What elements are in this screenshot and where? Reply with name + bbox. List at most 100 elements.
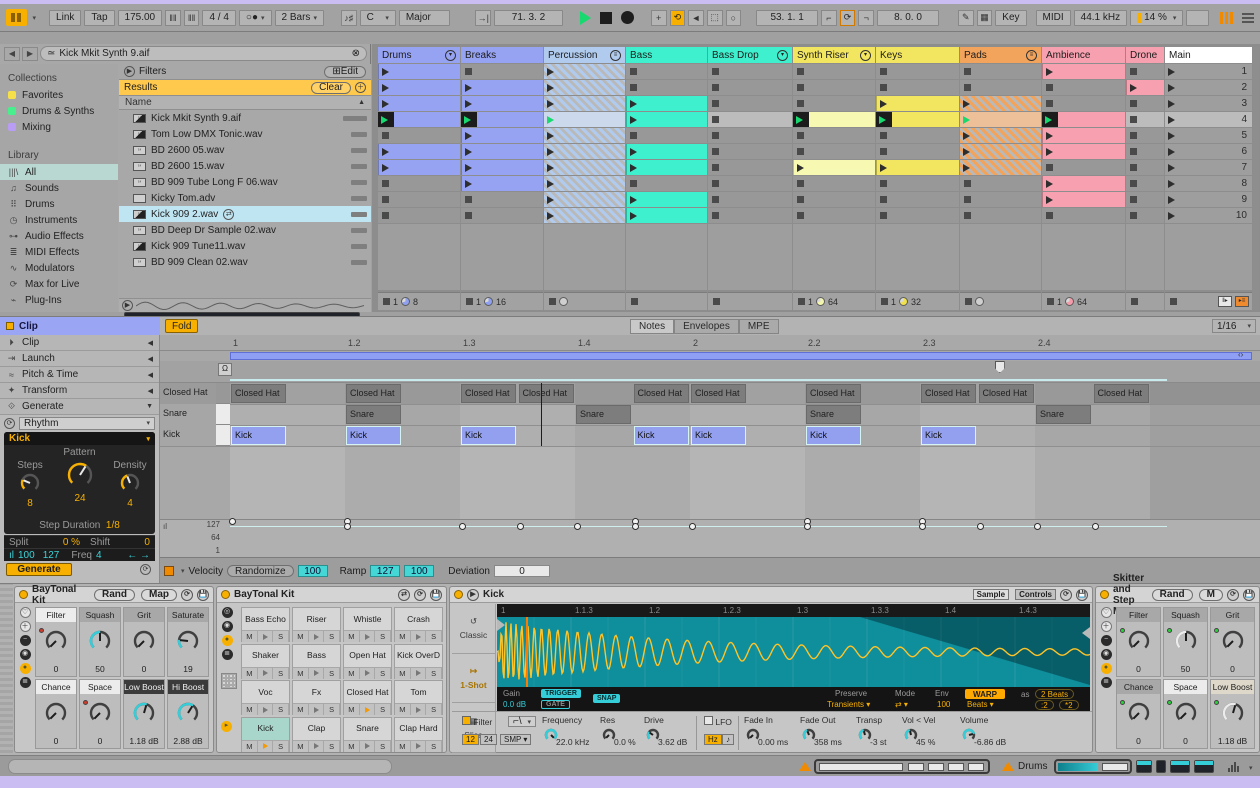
file-row[interactable]: ›› BD Deep Dr Sample 02.wav	[119, 222, 371, 238]
clip-play-icon[interactable]	[465, 131, 472, 140]
midi-note[interactable]: Snare	[1036, 405, 1091, 424]
clip-slot[interactable]	[1042, 192, 1125, 207]
clip-play-icon[interactable]	[1046, 131, 1053, 140]
pad-solo-button[interactable]: S	[375, 704, 392, 715]
track-stop-button[interactable]	[1131, 298, 1138, 305]
velocity-marker[interactable]	[516, 522, 524, 530]
pad-mute-button[interactable]: M	[242, 740, 258, 752]
velocity-marker[interactable]	[631, 522, 639, 530]
browser-search-input[interactable]: ≃ Kick Mkit Synth 9.aif ⊗	[40, 46, 367, 61]
clip-slot[interactable]	[876, 144, 959, 159]
clip-play-icon[interactable]	[547, 83, 554, 92]
quantize-menu[interactable]: 2 Bars ▾	[274, 9, 324, 26]
preserve-value[interactable]: Transients ▾	[827, 700, 870, 709]
scene-play-icon[interactable]	[1168, 195, 1175, 204]
clip-slot[interactable]	[1126, 160, 1164, 175]
gain-value[interactable]: 0.0 dB	[503, 700, 526, 709]
filter-type-menu[interactable]: ⌐\ ▾	[508, 716, 536, 727]
meter-menu-caret-icon[interactable]: ▾	[1249, 764, 1253, 772]
side-icon-1[interactable]: ＋	[1100, 621, 1112, 632]
edit-filters-button[interactable]: ⊞ Edit	[324, 65, 366, 78]
double-tempo-button[interactable]: *2	[1059, 700, 1079, 710]
trigger-button[interactable]: TRIGGER	[541, 689, 581, 698]
track-header-main[interactable]: Main	[1165, 47, 1252, 63]
scene-play-icon[interactable]	[1168, 131, 1175, 140]
playing-clip-icon[interactable]	[963, 115, 970, 124]
group-icon[interactable]: ≡	[1026, 49, 1037, 61]
drum-pad-clap-hard[interactable]: Clap Hard M S	[394, 716, 443, 752]
clip-stop-button[interactable]	[797, 68, 804, 75]
clip-stop-button[interactable]	[382, 212, 389, 219]
pad-solo-button[interactable]: S	[426, 704, 443, 715]
midi-note[interactable]: Kick	[231, 426, 286, 445]
pad-play-button[interactable]	[308, 667, 325, 679]
track-stop-button[interactable]	[713, 298, 720, 305]
follow-button[interactable]: →|	[475, 9, 492, 26]
clip-slot[interactable]	[1126, 80, 1164, 95]
clip-play-icon[interactable]	[547, 163, 554, 172]
clip-play-icon[interactable]	[547, 99, 554, 108]
generator-knob-steps[interactable]: Steps 8	[8, 460, 52, 516]
randomize-button[interactable]: Randomize	[226, 565, 294, 577]
draw-mode-icon[interactable]: ✎	[957, 9, 974, 26]
sidebar-item-all[interactable]: |||\ All	[0, 164, 118, 180]
macro-saturate[interactable]: Saturate 19	[167, 607, 209, 677]
pad-solo-button[interactable]: S	[375, 667, 392, 679]
sample-waveform[interactable]	[496, 617, 1091, 687]
clip-slot[interactable]	[626, 160, 707, 175]
side-icon-0[interactable]: ♡	[1100, 607, 1112, 618]
clip-stop-button[interactable]	[880, 148, 887, 155]
clip-slot[interactable]	[960, 80, 1041, 95]
clip-slot[interactable]	[544, 160, 625, 175]
clip-play-icon[interactable]	[1046, 195, 1053, 204]
scene-play-icon[interactable]	[1168, 83, 1175, 92]
ramp-from-field[interactable]: 127	[370, 565, 401, 577]
clip-play-icon[interactable]	[382, 67, 389, 76]
pad-mute-button[interactable]: M	[293, 740, 309, 752]
clip-slot[interactable]	[708, 144, 792, 159]
device-screen-4[interactable]	[1194, 760, 1214, 773]
clip-stop-button[interactable]	[880, 84, 887, 91]
track-stop-button[interactable]	[631, 298, 638, 305]
track-header-keys[interactable]: Keys	[876, 47, 959, 63]
file-row[interactable]: ›› Tom Low DMX Tonic.wav	[119, 126, 371, 142]
gate-button[interactable]: GATE	[541, 700, 570, 709]
clip-slot[interactable]	[793, 80, 875, 95]
midi-note[interactable]: Closed Hat	[806, 384, 861, 403]
nudge-down-icon[interactable]: ‖‖	[165, 9, 181, 26]
clip-slot[interactable]	[876, 128, 959, 143]
sidebar-item-audio-effects[interactable]: ⊶ Audio Effects	[0, 228, 118, 244]
clip-slot[interactable]	[708, 208, 792, 223]
track-header-pads[interactable]: Pads ≡	[960, 47, 1041, 63]
generate-button[interactable]: Generate	[6, 563, 72, 576]
generator-knob-density[interactable]: Density 4	[108, 460, 152, 516]
device-on-led[interactable]	[454, 590, 463, 599]
cpu-meter[interactable]: 14 % ▾	[1130, 9, 1184, 26]
clip-slot[interactable]	[461, 160, 543, 175]
mode-1-shot[interactable]: ↦ 1-Shot	[452, 654, 495, 704]
pad-play-button[interactable]	[359, 704, 376, 715]
clip-stop-button[interactable]	[712, 132, 719, 139]
clip-play-icon[interactable]	[963, 99, 970, 108]
loop-length-field[interactable]: 8. 0. 0	[877, 9, 939, 26]
midi-note[interactable]: Snare	[346, 405, 401, 424]
clip-slot[interactable]	[461, 128, 543, 143]
arrangement-overview[interactable]	[814, 759, 990, 774]
stop-all-clips-button[interactable]: ‖▸	[1218, 296, 1232, 307]
device-view-side-strip[interactable]	[0, 584, 13, 756]
generator-knob-pattern[interactable]: 24	[58, 450, 102, 506]
clip-stop-button[interactable]	[382, 196, 389, 203]
clip-slot[interactable]	[378, 64, 460, 79]
device-on-led[interactable]	[19, 590, 28, 599]
midi-note[interactable]: Kick	[921, 426, 976, 445]
macro-space[interactable]: Space 0	[79, 679, 121, 749]
pad-solo-button[interactable]: S	[324, 667, 341, 679]
randomize-macros-button[interactable]: Rand	[1151, 588, 1193, 601]
pad-mute-button[interactable]: M	[344, 740, 360, 752]
warp-length-button[interactable]: 2 Beats	[1035, 689, 1075, 699]
unfold-icon[interactable]: ▾	[777, 49, 788, 61]
file-row[interactable]: ›› BD 909 Clean 02.wav	[119, 254, 371, 270]
scene-play-icon[interactable]	[1168, 147, 1175, 156]
clip-stop-button[interactable]	[797, 212, 804, 219]
track-stop-button[interactable]	[466, 298, 473, 305]
